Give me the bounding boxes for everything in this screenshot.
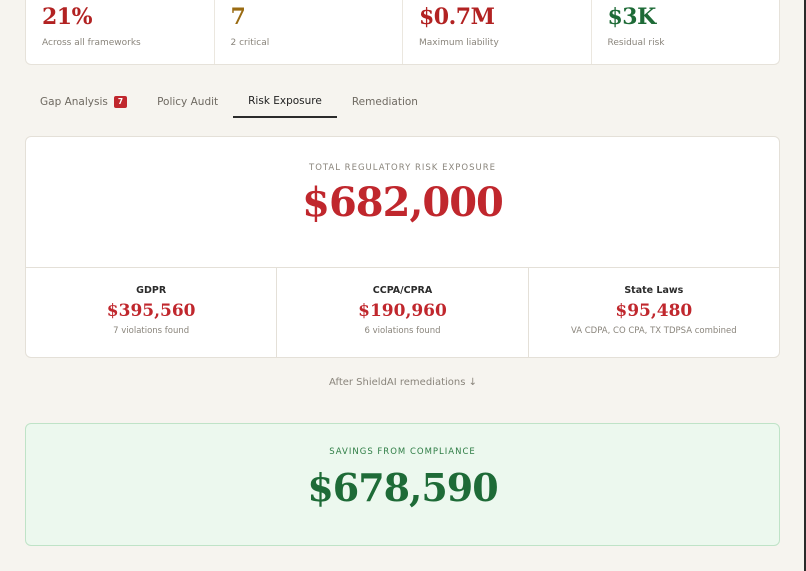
stat-value: $3K [607, 4, 657, 30]
savings-caption: SAVINGS FROM COMPLIANCE [329, 447, 476, 457]
tab-label: Gap Analysis [40, 96, 108, 108]
stat-label: 2 critical [230, 38, 270, 48]
framework-amount: $190,960 [358, 301, 447, 321]
tab-gap-analysis[interactable]: Gap Analysis 7 [25, 86, 142, 118]
stat-violations: 7 2 critical [215, 0, 403, 64]
stat-value: 7 [230, 4, 246, 30]
breakdown-state-laws: State Laws $95,480 VA CDPA, CO CPA, TX T… [529, 268, 779, 357]
tab-bar: Gap Analysis 7 Policy Audit Risk Exposur… [25, 86, 780, 118]
tab-label: Remediation [351, 96, 418, 108]
risk-breakdown: GDPR $395,560 7 violations found CCPA/CP… [26, 268, 779, 357]
after-remediations-link[interactable]: After ShieldAI remediations ↓ [0, 377, 806, 388]
risk-caption: TOTAL REGULATORY RISK EXPOSURE [309, 163, 496, 173]
stat-value: $0.7M [419, 4, 495, 30]
stat-residual-risk: $3K Residual risk [592, 0, 780, 64]
tab-risk-exposure[interactable]: Risk Exposure [233, 86, 337, 118]
savings-card: SAVINGS FROM COMPLIANCE $678,590 [25, 423, 780, 546]
breakdown-gdpr: GDPR $395,560 7 violations found [26, 268, 278, 357]
stat-compliance: 21% Across all frameworks [26, 0, 215, 64]
breakdown-ccpa: CCPA/CPRA $190,960 6 violations found [277, 268, 529, 357]
risk-total-section: TOTAL REGULATORY RISK EXPOSURE $682,000 [26, 137, 779, 268]
tab-label: Policy Audit [157, 96, 219, 108]
summary-stats-card: 21% Across all frameworks 7 2 critical $… [25, 0, 780, 65]
framework-amount: $95,480 [615, 301, 693, 321]
stat-value: 21% [42, 4, 93, 30]
tab-remediation[interactable]: Remediation [337, 86, 433, 118]
framework-note: 7 violations found [113, 326, 190, 336]
tab-policy-audit[interactable]: Policy Audit [142, 86, 233, 118]
framework-amount: $395,560 [106, 301, 196, 321]
framework-name: GDPR [136, 285, 167, 296]
framework-name: State Laws [624, 285, 684, 296]
stat-label: Maximum liability [419, 38, 499, 48]
stat-label: Residual risk [607, 38, 665, 48]
framework-name: CCPA/CPRA [372, 285, 433, 296]
tab-label: Risk Exposure [248, 95, 322, 107]
gap-count-badge: 7 [113, 96, 128, 108]
risk-exposure-card: TOTAL REGULATORY RISK EXPOSURE $682,000 … [25, 136, 780, 358]
framework-note: 6 violations found [364, 326, 441, 336]
stat-label: Across all frameworks [42, 38, 141, 48]
risk-total-amount: $682,000 [302, 179, 504, 226]
framework-note: VA CDPA, CO CPA, TX TDPSA combined [570, 326, 737, 336]
savings-total-amount: $678,590 [307, 465, 498, 510]
stat-max-liability: $0.7M Maximum liability [403, 0, 592, 64]
